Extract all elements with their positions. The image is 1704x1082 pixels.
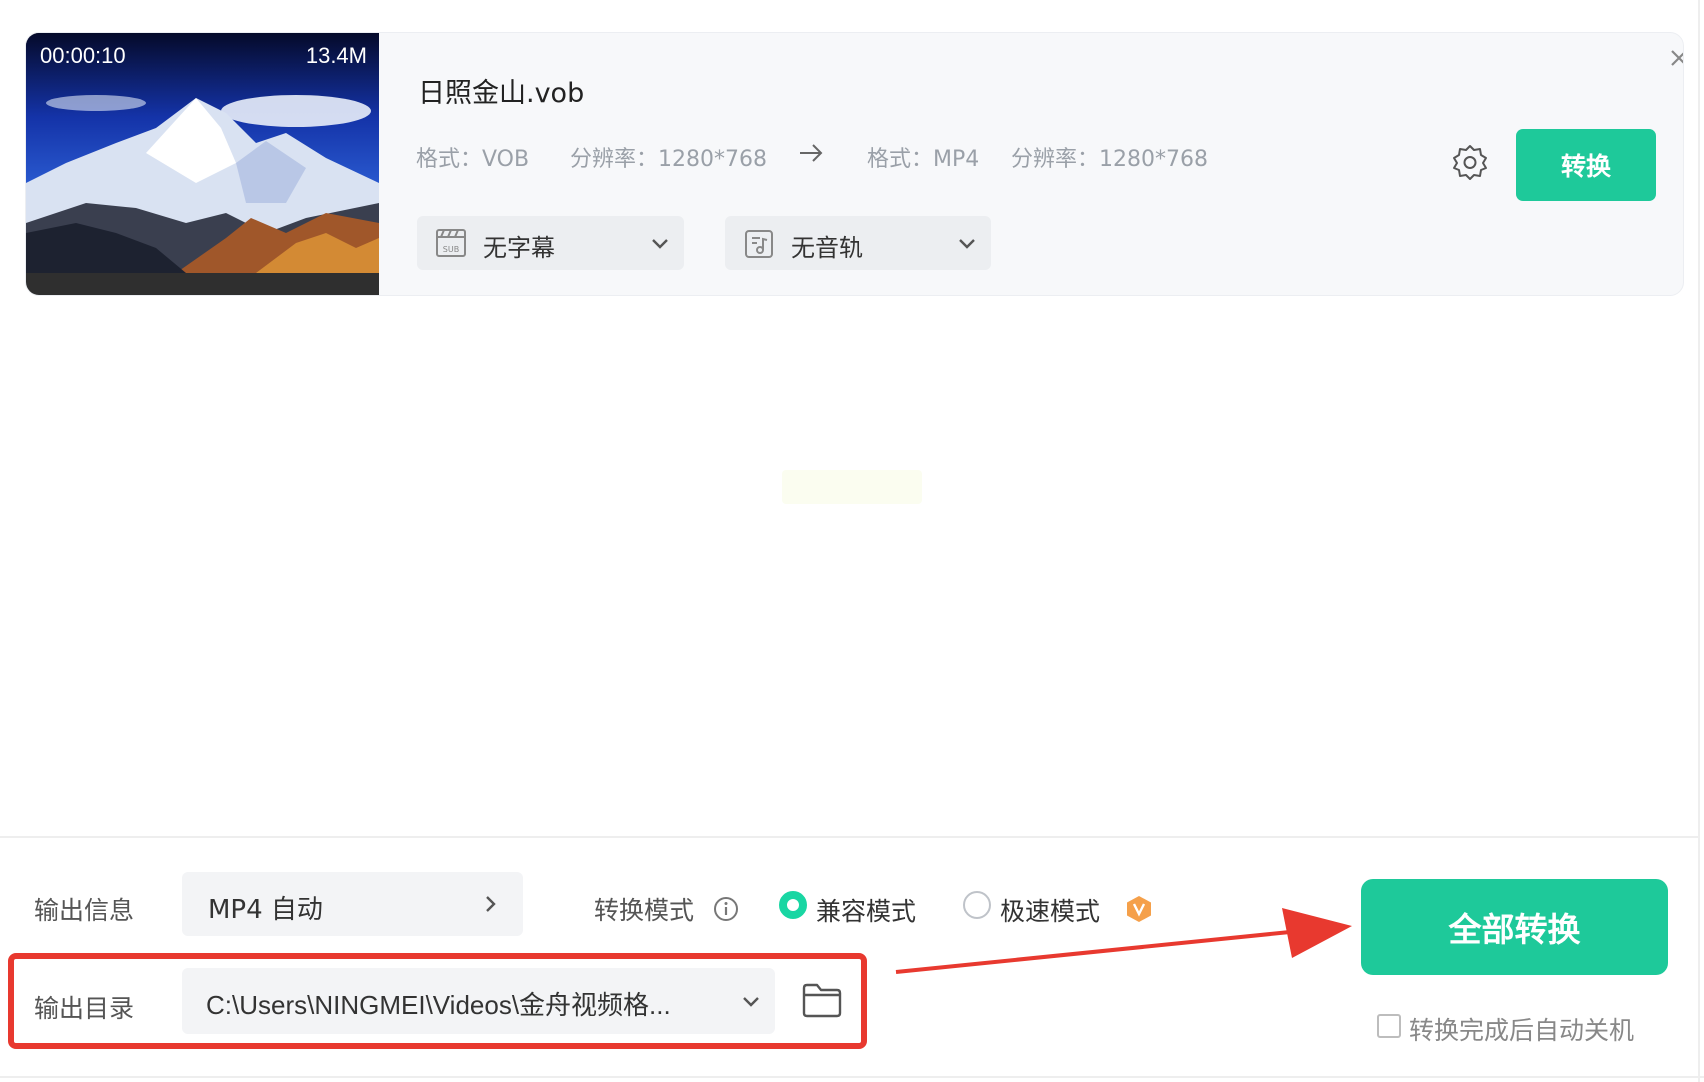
chevron-down-icon — [955, 232, 979, 260]
svg-text:SUB: SUB — [443, 245, 459, 254]
panel-divider — [0, 836, 1698, 838]
source-format: 格式：VOB — [416, 147, 530, 172]
target-format: 格式：MP4 — [867, 147, 980, 172]
file-card: 00:00:10 13.4M 日照金山.vob 格式：VOB 分辨率：1280*… — [25, 32, 1684, 296]
source-resolution: 分辨率：1280*768 — [570, 147, 767, 172]
video-thumbnail[interactable]: 00:00:10 13.4M — [26, 33, 379, 295]
compatible-mode-radio[interactable] — [779, 891, 807, 919]
subtitle-icon: SUB — [435, 228, 467, 262]
video-duration: 00:00:10 — [40, 43, 126, 68]
chevron-down-icon — [648, 232, 672, 260]
subtitle-selected: 无字幕 — [483, 234, 555, 262]
mountain-image — [26, 33, 379, 273]
output-format-select[interactable]: MP4 自动 — [182, 872, 523, 936]
audio-track-icon — [743, 228, 775, 264]
gear-icon[interactable] — [1450, 142, 1490, 186]
info-icon[interactable] — [713, 896, 739, 926]
chevron-right-icon — [479, 892, 503, 920]
drop-hint — [782, 470, 922, 504]
output-format-value: MP4 自动 — [208, 895, 323, 925]
window-border-bottom — [0, 1076, 1704, 1078]
video-size: 13.4M — [305, 43, 367, 68]
arrow-right-icon — [797, 139, 825, 171]
annotation-arrow — [890, 900, 1356, 984]
audio-track-dropdown[interactable]: 无音轨 — [725, 216, 991, 270]
auto-shutdown-checkbox[interactable] — [1377, 1014, 1401, 1038]
subtitle-dropdown[interactable]: SUB 无字幕 — [417, 216, 684, 270]
annotation-highlight-box — [8, 953, 867, 1049]
target-resolution: 分辨率：1280*768 — [1011, 147, 1208, 172]
window-border-right — [1698, 0, 1700, 1082]
audio-track-selected: 无音轨 — [791, 234, 863, 262]
convert-button[interactable]: 转换 — [1516, 129, 1656, 201]
close-icon[interactable] — [1666, 45, 1683, 71]
file-name: 日照金山.vob — [418, 78, 585, 109]
mode-label: 转换模式 — [594, 896, 695, 925]
convert-all-button[interactable]: 全部转换 — [1361, 879, 1668, 975]
auto-shutdown-label[interactable]: 转换完成后自动关机 — [1409, 1011, 1634, 1047]
output-info-label: 输出信息 — [34, 896, 135, 925]
